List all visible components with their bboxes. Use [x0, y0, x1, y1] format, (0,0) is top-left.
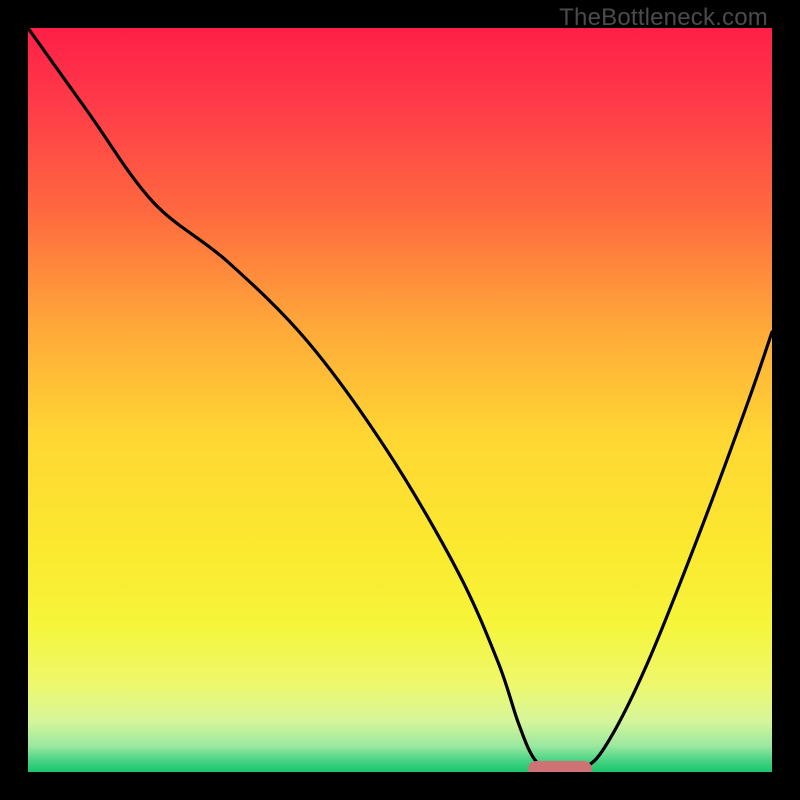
optimal-range-marker: [528, 761, 592, 772]
bottleneck-chart: [28, 28, 772, 772]
chart-background: [28, 28, 772, 772]
chart-area: [28, 28, 772, 772]
